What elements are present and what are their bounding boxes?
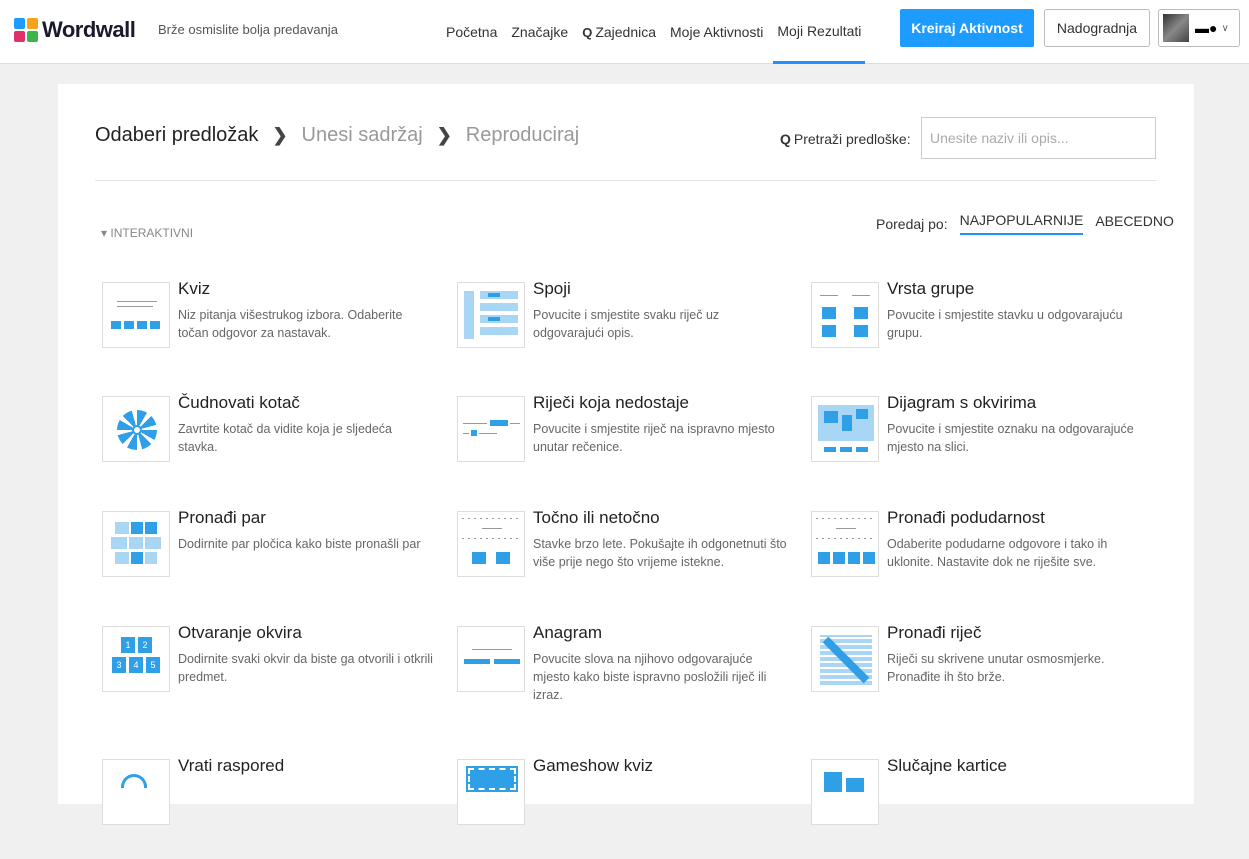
main-nav: Početna Značajke Q Zajednica Moje Aktivno… [446,0,875,64]
template-desc: Povucite i smjestite riječ na ispravno m… [533,422,775,454]
template-desc: Dodirnite par pločica kako biste pronašl… [178,537,421,551]
logo[interactable]: Wordwall [14,17,136,43]
template-gameshow[interactable]: Gameshow kviz [457,756,797,859]
template-anagram[interactable]: Anagram Povucite slova na njihovo odgova… [457,623,797,726]
step-play: Reproduciraj [465,124,580,146]
step-choose-template: Odaberi predložak [95,124,259,146]
nav-my-activities-label: Moje Aktivnosti [670,24,764,40]
section-label: INTERAKTIVNI [110,226,194,240]
chevron-down-icon: ∨ [1221,22,1229,34]
wordsearch-icon [811,626,879,692]
quiz-icon [102,282,170,348]
template-title: Spoji [533,279,571,298]
upgrade-button[interactable]: Nadogradnja [1044,9,1150,47]
anagram-icon [457,626,525,692]
template-title: Pronađi podudarnost [887,508,1045,527]
breadcrumb: Odaberi predložak ❯ Unesi sadržaj ❯ Repr… [95,124,579,147]
template-wheel[interactable]: Čudnovati kotač Zavrtite kotač da vidite… [102,393,442,496]
template-title: Gameshow kviz [533,756,653,775]
search-label-text: Pretraži predloške: [793,131,911,147]
template-matching-pairs[interactable]: Pronađi par Dodirnite par pločica kako b… [102,508,442,611]
sort-label: Poredaj po: [876,215,948,232]
template-title: Kviz [178,279,211,298]
nav-features-label: Značajke [511,24,569,40]
template-title: Čudnovati kotač [178,393,300,412]
account-signature-icon: ▬● [1195,20,1218,36]
template-desc: Stavke brzo lete. Pokušajte ih odgonetnu… [533,537,787,569]
sort-most-popular[interactable]: NAJPOPULARNIJE [959,212,1084,235]
labelled-diagram-icon [811,396,879,462]
account-menu[interactable]: ▬● ∨ [1158,9,1240,47]
template-desc: Odaberite podudarne odgovore i tako ih u… [887,537,1108,569]
random-cards-icon [811,759,879,825]
create-activity-button[interactable]: Kreiraj Aktivnost [900,9,1034,47]
template-title: Slučajne kartice [887,756,1008,775]
search-icon: Q [780,131,791,147]
template-true-false[interactable]: Točno ili netočno Stavke brzo lete. Poku… [457,508,797,611]
divider [95,180,1156,181]
nav-home[interactable]: Početna [446,0,497,64]
template-desc: Niz pitanja višestrukog izbora. Odaberit… [178,308,403,340]
template-title: Pronađi par [178,508,266,527]
section-toggle-interactive[interactable]: ▾ INTERAKTIVNI [101,226,193,240]
logo-icon [14,18,38,42]
template-wordsearch[interactable]: Pronađi riječ Riječi su skrivene unutar … [811,623,1151,726]
template-title: Otvaranje okvira [178,623,302,642]
avatar [1163,14,1189,42]
chevron-right-icon: ❯ [436,125,452,145]
unjumble-icon [102,759,170,825]
template-desc: Dodirnite svaki okvir da biste ga otvori… [178,652,433,684]
template-title: Vrati raspored [178,756,285,775]
nav-features[interactable]: Značajke [511,0,568,64]
template-unjumble[interactable]: Vrati raspored [102,756,442,859]
template-desc: Povucite slova na njihovo odgovarajuće m… [533,652,767,702]
sort-alphabetical[interactable]: ABECEDNO [1095,213,1174,234]
template-title: Pronađi riječ [887,623,982,642]
match-up-icon [457,282,525,348]
search-label: Q Pretraži predloške: [780,131,911,147]
step-enter-content: Unesi sadržaj [301,124,423,146]
template-open-box[interactable]: 1 2 3 4 5 Otvaranje okvira Dodirnite sva… [102,623,442,726]
template-labelled-diagram[interactable]: Dijagram s okvirima Povucite i smjestite… [811,393,1151,496]
template-group-sort[interactable]: Vrsta grupe Povucite i smjestite stavku … [811,279,1151,382]
template-desc: Zavrtite kotač da vidite koja je sljedeć… [178,422,392,454]
template-find-match[interactable]: Pronađi podudarnost Odaberite podudarne … [811,508,1151,611]
template-random-cards[interactable]: Slučajne kartice [811,756,1151,859]
nav-my-results-label: Moji Rezultati [777,22,862,39]
template-desc: Riječi su skrivene unutar osmosmjerke. P… [887,652,1105,684]
template-panel: Odaberi predložak ❯ Unesi sadržaj ❯ Repr… [58,84,1194,825]
find-match-icon [811,511,879,577]
tagline: Brže osmislite bolja predavanja [158,22,338,37]
true-false-icon [457,511,525,577]
wheel-icon [102,396,170,462]
top-bar: Wordwall Brže osmislite bolja predavanja… [0,0,1249,64]
template-search-input[interactable] [921,117,1156,159]
template-title: Vrsta grupe [887,279,975,298]
nav-my-activities[interactable]: Moje Aktivnosti [670,0,763,64]
nav-community[interactable]: Q Zajednica [582,0,656,64]
open-box-icon: 1 2 3 4 5 [102,626,170,692]
matching-pairs-icon [102,511,170,577]
template-desc: Povucite i smjestite stavku u odgovaraju… [887,308,1123,340]
template-title: Anagram [533,623,602,642]
template-desc: Povucite i smjestite svaku riječ uz odgo… [533,308,720,340]
template-match-up[interactable]: Spoji Povucite i smjestite svaku riječ u… [457,279,797,382]
nav-my-results[interactable]: Moji Rezultati [773,0,866,64]
template-title: Dijagram s okvirima [887,393,1037,412]
nav-community-label: Zajednica [595,24,657,40]
template-quiz[interactable]: Kviz Niz pitanja višestrukog izbora. Oda… [102,279,442,382]
search-icon: Q [582,24,593,40]
group-sort-icon [811,282,879,348]
gameshow-icon [457,759,525,825]
logo-text: Wordwall [42,17,136,42]
template-desc: Povucite i smjestite oznaku na odgovaraj… [887,422,1134,454]
template-title: Točno ili netočno [533,508,660,527]
sort-control: Poredaj po: NAJPOPULARNIJE ABECEDNO [876,212,1174,235]
missing-word-icon [457,396,525,462]
template-missing-word[interactable]: Riječi koja nedostaje Povucite i smjesti… [457,393,797,496]
template-title: Riječi koja nedostaje [533,393,689,412]
chevron-right-icon: ❯ [272,125,288,145]
nav-home-label: Početna [446,24,498,40]
